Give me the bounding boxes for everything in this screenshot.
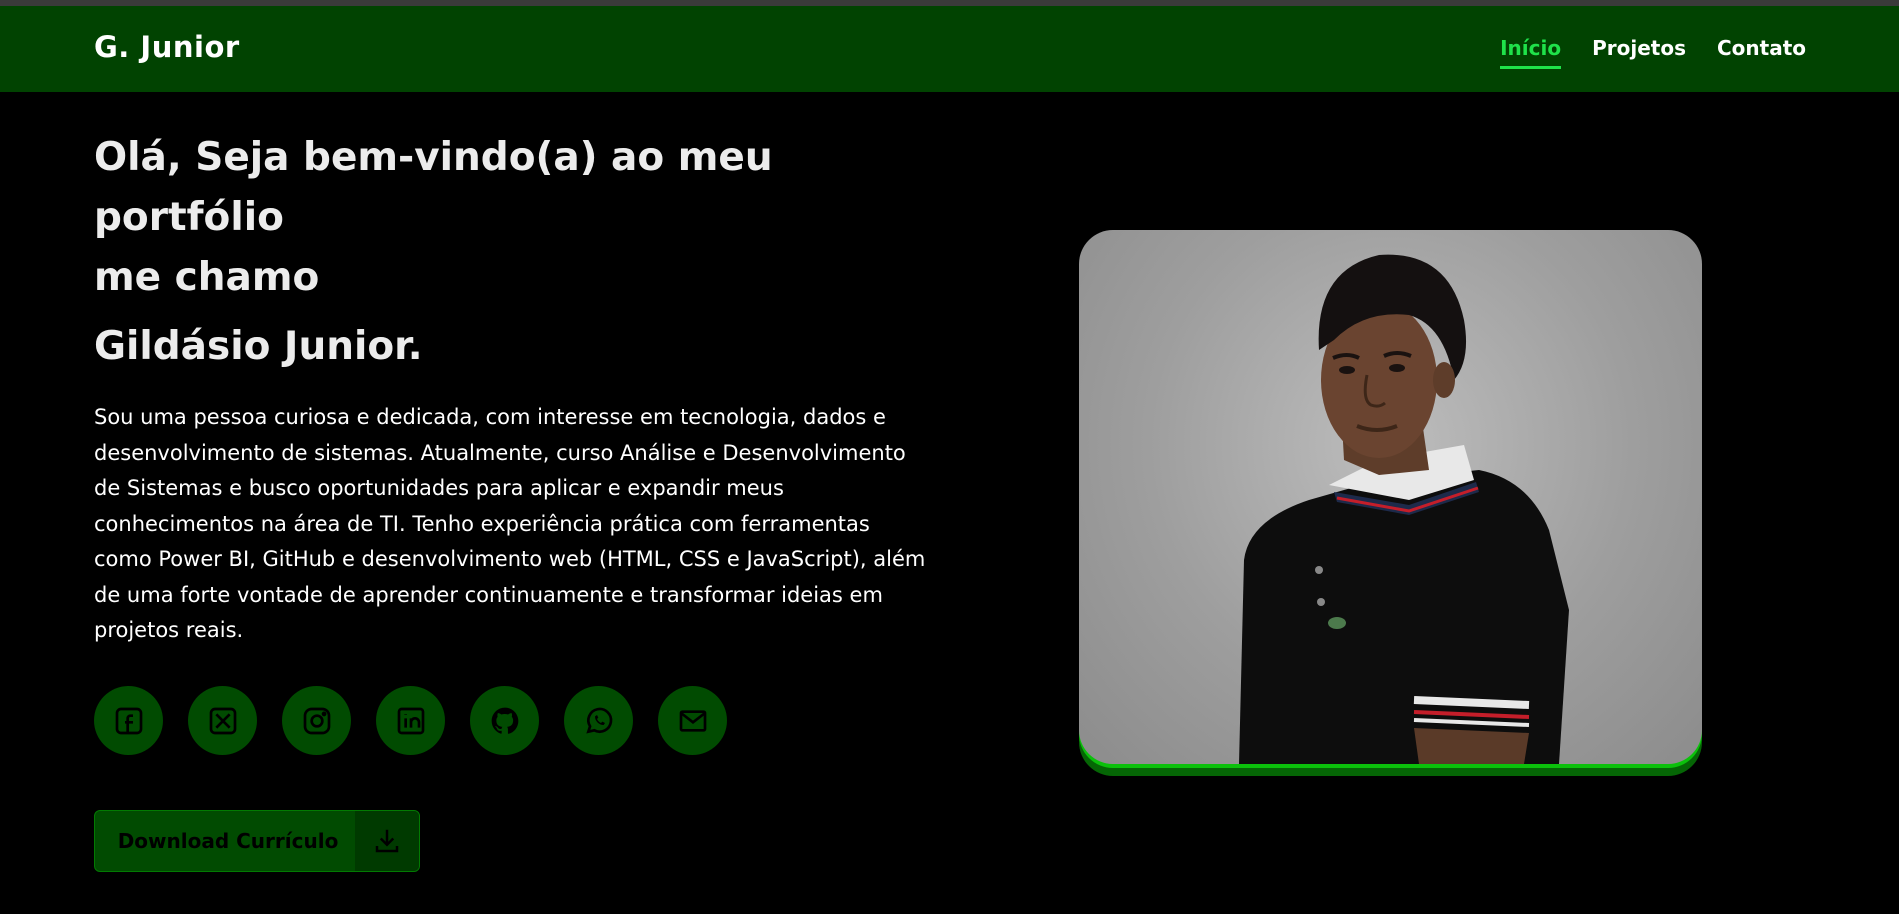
main-nav: Início Projetos Contato [1500, 36, 1806, 69]
instagram-link[interactable] [282, 686, 351, 755]
hero-heading: Olá, Seja bem-vindo(a) ao meu portfólio … [94, 128, 854, 308]
nav-link-contato[interactable]: Contato [1717, 36, 1806, 69]
top-navbar: G. Junior Início Projetos Contato [0, 6, 1899, 92]
linkedin-link[interactable] [376, 686, 445, 755]
mail-icon [679, 709, 706, 732]
hero-line-1: Olá, Seja bem-vindo(a) ao meu [94, 135, 773, 180]
hero-line-3: me chamo [94, 255, 320, 300]
facebook-icon [115, 707, 142, 734]
linkedin-icon [397, 707, 424, 734]
instagram-icon [303, 707, 330, 734]
profile-photo-frame [1079, 230, 1702, 776]
facebook-link[interactable] [94, 686, 163, 755]
download-cv-button[interactable]: Download Currículo [94, 810, 420, 872]
social-links [94, 686, 727, 755]
github-icon [491, 707, 518, 734]
hero-line-2: portfólio [94, 195, 284, 240]
hero-name: Gildásio Junior. [94, 324, 423, 369]
download-icon [375, 829, 399, 853]
whatsapp-icon [585, 707, 612, 733]
bio-paragraph: Sou uma pessoa curiosa e dedicada, com i… [94, 405, 926, 642]
person-portrait [1239, 254, 1569, 764]
x-link[interactable] [188, 686, 257, 755]
nav-link-projetos[interactable]: Projetos [1592, 36, 1686, 69]
download-icon-box [355, 811, 419, 871]
whatsapp-link[interactable] [564, 686, 633, 755]
profile-photo [1079, 230, 1702, 764]
site-logo[interactable]: G. Junior [94, 30, 240, 64]
download-cv-label: Download Currículo [117, 829, 339, 853]
nav-link-inicio[interactable]: Início [1500, 36, 1562, 69]
mail-link[interactable] [658, 686, 727, 755]
x-icon [209, 707, 236, 734]
github-link[interactable] [470, 686, 539, 755]
